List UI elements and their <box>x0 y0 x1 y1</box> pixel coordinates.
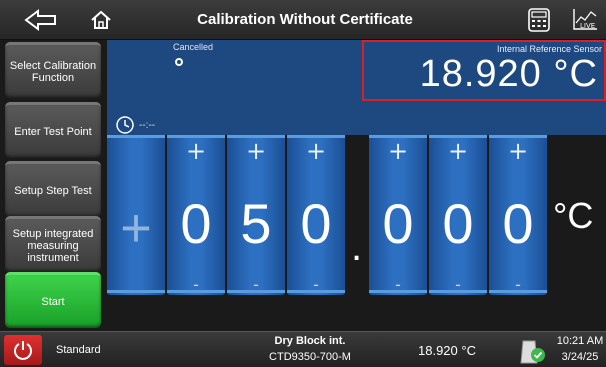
status-indicator-icon <box>175 58 183 66</box>
start-label: Start <box>41 295 65 308</box>
live-chart-icon[interactable]: LIVE <box>566 4 604 36</box>
digit-value: 5 <box>240 192 272 255</box>
enter-test-point-label: Enter Test Point <box>14 125 92 138</box>
digit-value: 0 <box>300 192 332 255</box>
status-text: Cancelled <box>173 42 214 52</box>
decrement-button[interactable]: - <box>429 275 487 294</box>
device-type: Dry Block int. <box>274 335 346 347</box>
device-model: CTD9350-700-M <box>269 351 351 363</box>
select-calibration-function-button[interactable]: Select Calibration Function <box>5 42 101 98</box>
digit-value: 0 <box>180 192 212 255</box>
status-panel: Cancelled Internal Reference Sensor 18.9… <box>107 40 606 135</box>
sign-top-stripe <box>107 135 165 138</box>
home-icon[interactable] <box>82 4 120 36</box>
setpoint-editor: + + 0 - + 5 - + 0 - . + 0 - + 0 - + 0 - … <box>107 135 606 305</box>
decimal-point: . <box>351 225 363 269</box>
mode-label: Standard <box>56 344 101 356</box>
increment-button[interactable]: + <box>489 137 547 165</box>
setup-measuring-instrument-button[interactable]: Setup integrated measuring instrument <box>5 216 101 272</box>
status-bar: Standard Dry Block int. CTD9350-700-M 18… <box>0 331 606 367</box>
clock-time: 10:21 AM <box>556 335 604 347</box>
title-bar: Calibration Without Certificate LIVE <box>0 0 606 40</box>
digit-column-5[interactable]: + 0 - <box>429 135 487 305</box>
power-icon <box>14 341 32 360</box>
digit-value: 0 <box>382 192 414 255</box>
decrement-button[interactable]: - <box>167 275 225 294</box>
reference-sensor-value: 18.920 °C <box>419 53 598 95</box>
clock-date: 3/24/25 <box>561 351 599 363</box>
timer-value: --:-- <box>139 119 156 131</box>
decrement-button[interactable]: - <box>287 275 345 294</box>
increment-button[interactable]: + <box>429 137 487 165</box>
digit-column-1[interactable]: + 0 - <box>167 135 225 305</box>
sign-bottom-stripe <box>107 290 165 293</box>
svg-text:LIVE: LIVE <box>580 22 595 30</box>
digit-column-3[interactable]: + 0 - <box>287 135 345 305</box>
increment-button[interactable]: + <box>167 137 225 165</box>
increment-button[interactable]: + <box>287 137 345 165</box>
calculator-icon[interactable] <box>520 4 558 36</box>
back-arrow-icon[interactable] <box>22 4 60 36</box>
reference-sensor-box: Internal Reference Sensor 18.920 °C <box>362 40 606 101</box>
timer: --:-- <box>115 115 155 135</box>
decrement-button[interactable]: - <box>227 275 285 294</box>
decrement-button[interactable]: - <box>489 275 547 294</box>
power-button[interactable] <box>4 335 42 365</box>
clock-icon <box>116 116 134 134</box>
start-button[interactable]: Start <box>5 272 101 328</box>
setup-step-test-label: Setup Step Test <box>14 184 92 197</box>
setup-step-test-button[interactable]: Setup Step Test <box>5 161 101 217</box>
decrement-button[interactable]: - <box>369 275 427 294</box>
setup-measuring-instrument-label: Setup integrated measuring instrument <box>12 227 94 264</box>
increment-button[interactable]: + <box>227 137 285 165</box>
increment-button[interactable]: + <box>369 137 427 165</box>
digit-value: 0 <box>442 192 474 255</box>
page-title: Calibration Without Certificate <box>197 11 413 28</box>
digit-column-6[interactable]: + 0 - <box>489 135 547 305</box>
sign-value: + <box>120 198 152 258</box>
sign-column[interactable]: + <box>107 135 165 305</box>
select-calibration-function-label: Select Calibration Function <box>9 59 97 84</box>
setpoint-unit: °C <box>553 195 594 236</box>
footer-temperature: 18.920 °C <box>418 343 476 358</box>
digit-value: 0 <box>502 192 534 255</box>
digit-column-2[interactable]: + 5 - <box>227 135 285 305</box>
enter-test-point-button[interactable]: Enter Test Point <box>5 102 101 158</box>
digit-column-4[interactable]: + 0 - <box>369 135 427 305</box>
storage-status-icon[interactable] <box>518 335 548 367</box>
